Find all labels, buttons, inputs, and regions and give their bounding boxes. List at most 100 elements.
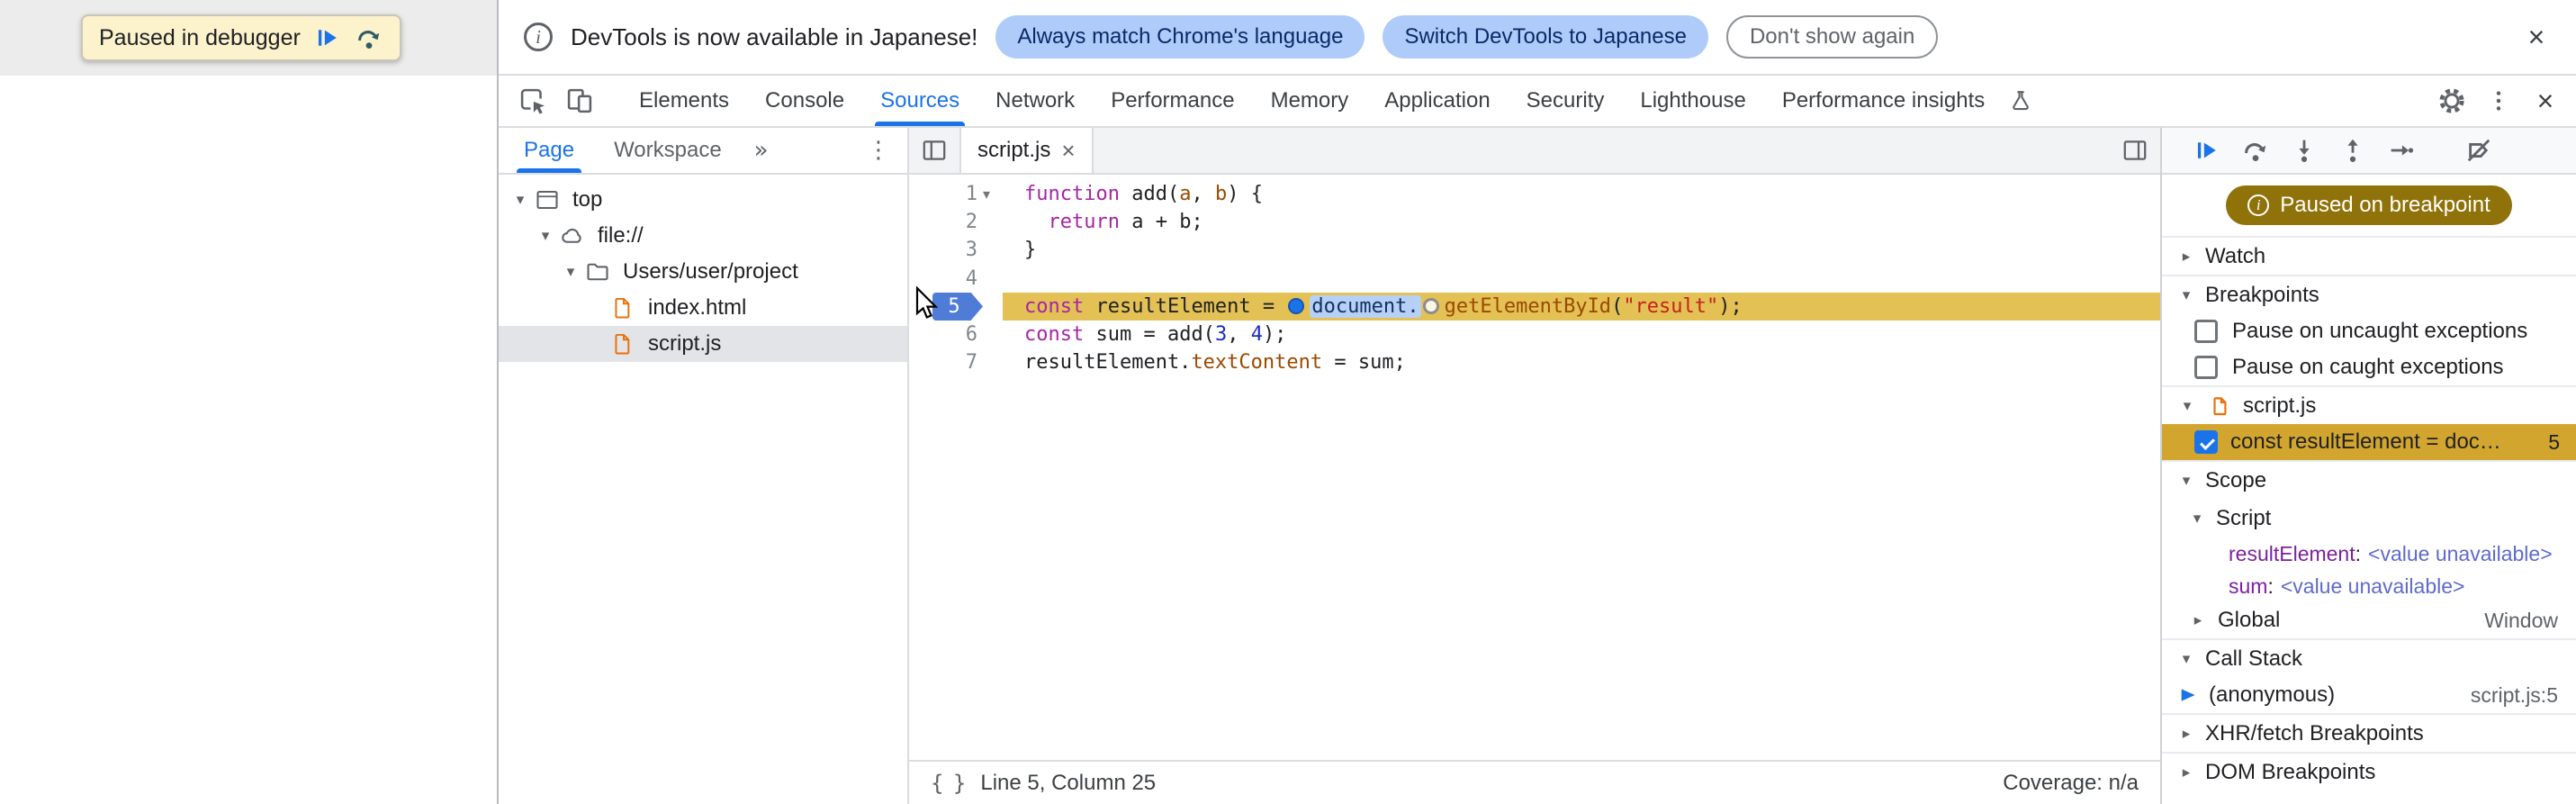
scope-global-row[interactable]: ▸ Global Window — [2162, 602, 2576, 638]
scope-script-group[interactable]: ▾ Script — [2162, 499, 2576, 538]
line-number[interactable]: 4 — [909, 265, 1003, 293]
breakpoint-entry-label: const resultElement = doc… — [2230, 429, 2501, 454]
triangle-expanded-icon[interactable]: ▾ — [509, 191, 531, 209]
line-number[interactable]: 2 — [909, 208, 1003, 236]
tab-elements[interactable]: Elements — [621, 76, 747, 126]
step-over-button[interactable] — [2241, 136, 2270, 165]
pause-caught-checkbox[interactable] — [2194, 356, 2218, 379]
code-text[interactable]: resultElement.textContent = sum; — [1003, 348, 2160, 376]
more-tabs-icon[interactable]: » — [754, 128, 769, 173]
settings-button[interactable] — [2428, 79, 2475, 122]
infobar-dont-show-button[interactable]: Don't show again — [1725, 15, 1939, 59]
token-kw: function — [1024, 183, 1120, 205]
section-xhr-breakpoints[interactable]: ▸ XHR/fetch Breakpoints — [2162, 713, 2576, 752]
token-str: "result" — [1623, 294, 1719, 318]
deactivate-breakpoints-icon — [2467, 139, 2490, 162]
breakpoint-file-group[interactable]: ▾ script.js — [2162, 385, 2576, 424]
section-watch[interactable]: ▸ Watch — [2162, 236, 2576, 275]
step-button[interactable] — [2387, 136, 2416, 165]
tab-performance[interactable]: Performance — [1093, 76, 1252, 126]
line-number[interactable]: 3 — [909, 236, 1003, 264]
token-pl: ) { — [1227, 183, 1263, 205]
triangle-collapsed-icon: ▸ — [2182, 763, 2191, 781]
breakpoint-checkbox[interactable] — [2194, 430, 2218, 454]
triangle-collapsed-icon: ▸ — [2182, 247, 2191, 266]
pause-uncaught-exceptions-row[interactable]: Pause on uncaught exceptions — [2162, 313, 2576, 349]
section-scope[interactable]: ▾ Scope — [2162, 460, 2576, 499]
page-top-band: Paused in debugger — [0, 0, 497, 76]
editor-tab-script-js[interactable]: script.js × — [959, 128, 1094, 173]
pause-uncaught-checkbox[interactable] — [2194, 320, 2218, 343]
tab-application[interactable]: Application — [1366, 76, 1508, 126]
tab-console[interactable]: Console — [747, 76, 862, 126]
tree-item-index-html[interactable]: index.html — [499, 290, 907, 326]
code-text[interactable]: const resultElement = document. getElemen… — [1003, 292, 2160, 321]
fold-triangle-icon[interactable]: ▾ — [983, 180, 1003, 208]
section-breakpoints[interactable]: ▾ Breakpoints — [2162, 275, 2576, 313]
breakpoint-gutter-marker[interactable]: 5 — [909, 292, 1003, 321]
breakpoint-entry[interactable]: const resultElement = doc… 5 — [2162, 424, 2576, 460]
section-call-stack[interactable]: ▾ Call Stack — [2162, 638, 2576, 677]
code-text[interactable]: function add(a, b) { — [1003, 180, 2160, 208]
more-options-button[interactable] — [2475, 79, 2522, 122]
overlay-resume-button[interactable] — [313, 23, 342, 52]
screen: Paused in debugger i DevTools is now ava… — [0, 0, 2576, 804]
tab-close-icon[interactable]: × — [1061, 139, 1075, 162]
line-number[interactable]: 1 ▾ — [909, 180, 1003, 208]
toggle-debugger-sidebar-button[interactable] — [2113, 129, 2157, 172]
code-text[interactable]: const sum = add(3, 4); — [1003, 321, 2160, 348]
tree-item-project-folder[interactable]: ▾ Users/user/project — [499, 254, 907, 290]
tree-item-top[interactable]: ▾ top — [499, 182, 907, 218]
triangle-expanded-icon[interactable]: ▾ — [535, 227, 556, 245]
debugger-sections: i Paused on breakpoint ▸ Watch ▾ Breakpo… — [2162, 175, 2576, 804]
infobar-switch-japanese-button[interactable]: Switch DevTools to Japanese — [1383, 15, 1708, 59]
tab-security[interactable]: Security — [1509, 76, 1623, 126]
paused-banner-label: Paused in debugger — [99, 24, 301, 50]
tab-sources[interactable]: Sources — [862, 76, 977, 126]
coverage-status[interactable]: Coverage: n/a — [2003, 771, 2139, 796]
code-text[interactable]: } — [1003, 236, 2160, 264]
tree-item-script-js[interactable]: script.js — [499, 326, 907, 362]
breakpoint-file-icon — [2207, 395, 2234, 417]
frame-location: script.js:5 — [2470, 682, 2558, 707]
inline-marker-blue-icon[interactable] — [1288, 297, 1305, 314]
tab-performance-insights[interactable]: Performance insights — [1764, 76, 2003, 126]
tab-memory[interactable]: Memory — [1253, 76, 1367, 126]
code-text[interactable]: return a + b; — [1003, 208, 2160, 236]
code-editor[interactable]: 1 ▾ function add(a, b) {2 return a + b; 3} 4… — [909, 175, 2160, 760]
pause-caught-exceptions-row[interactable]: Pause on caught exceptions — [2162, 349, 2576, 385]
devtools-close-button[interactable]: × — [2522, 79, 2569, 122]
inspect-element-button[interactable] — [509, 79, 556, 122]
variable-name: resultElement — [2229, 541, 2355, 565]
navigator-tab-page[interactable]: Page — [517, 128, 582, 173]
infobar-close-button[interactable]: × — [2515, 15, 2558, 59]
tab-lighthouse[interactable]: Lighthouse — [1622, 76, 1763, 126]
token-kw: const — [1024, 322, 1085, 346]
token-kw: const — [1024, 294, 1085, 318]
section-dom-breakpoints[interactable]: ▸ DOM Breakpoints — [2162, 752, 2576, 790]
code-text[interactable] — [1003, 265, 2160, 293]
tree-item-file-protocol[interactable]: ▾ file:// — [499, 218, 907, 254]
triangle-expanded-icon[interactable]: ▾ — [560, 263, 581, 281]
paused-info-icon: i — [2247, 194, 2270, 216]
tab-network[interactable]: Network — [977, 76, 1093, 126]
resume-button[interactable] — [2193, 136, 2221, 165]
deactivate-breakpoints-button[interactable] — [2464, 136, 2493, 165]
call-stack-frame[interactable]: (anonymous) script.js:5 — [2162, 677, 2576, 713]
code-line: 7 resultElement.textContent = sum; — [909, 348, 2160, 376]
overlay-step-over-button[interactable] — [355, 23, 383, 52]
inline-marker-gray-icon[interactable] — [1422, 297, 1439, 314]
line-number[interactable]: 7 — [909, 348, 1003, 376]
code-line: 1 ▾ function add(a, b) { — [909, 180, 2160, 208]
infobar-always-match-button[interactable]: Always match Chrome's language — [995, 15, 1365, 59]
device-toolbar-button[interactable] — [556, 79, 603, 122]
colon: : — [2355, 541, 2362, 565]
step-out-button[interactable] — [2338, 136, 2367, 165]
navigator-tab-workspace[interactable]: Workspace — [607, 128, 729, 173]
code-line: 2 return a + b; — [909, 208, 2160, 236]
step-into-button[interactable] — [2290, 136, 2319, 165]
line-number[interactable]: 6 — [909, 321, 1003, 348]
scope-variable-row: sum: <value unavailable> — [2162, 570, 2576, 602]
navigator-menu-button[interactable]: ⋮ — [857, 129, 900, 172]
toggle-navigator-button[interactable] — [913, 129, 956, 172]
